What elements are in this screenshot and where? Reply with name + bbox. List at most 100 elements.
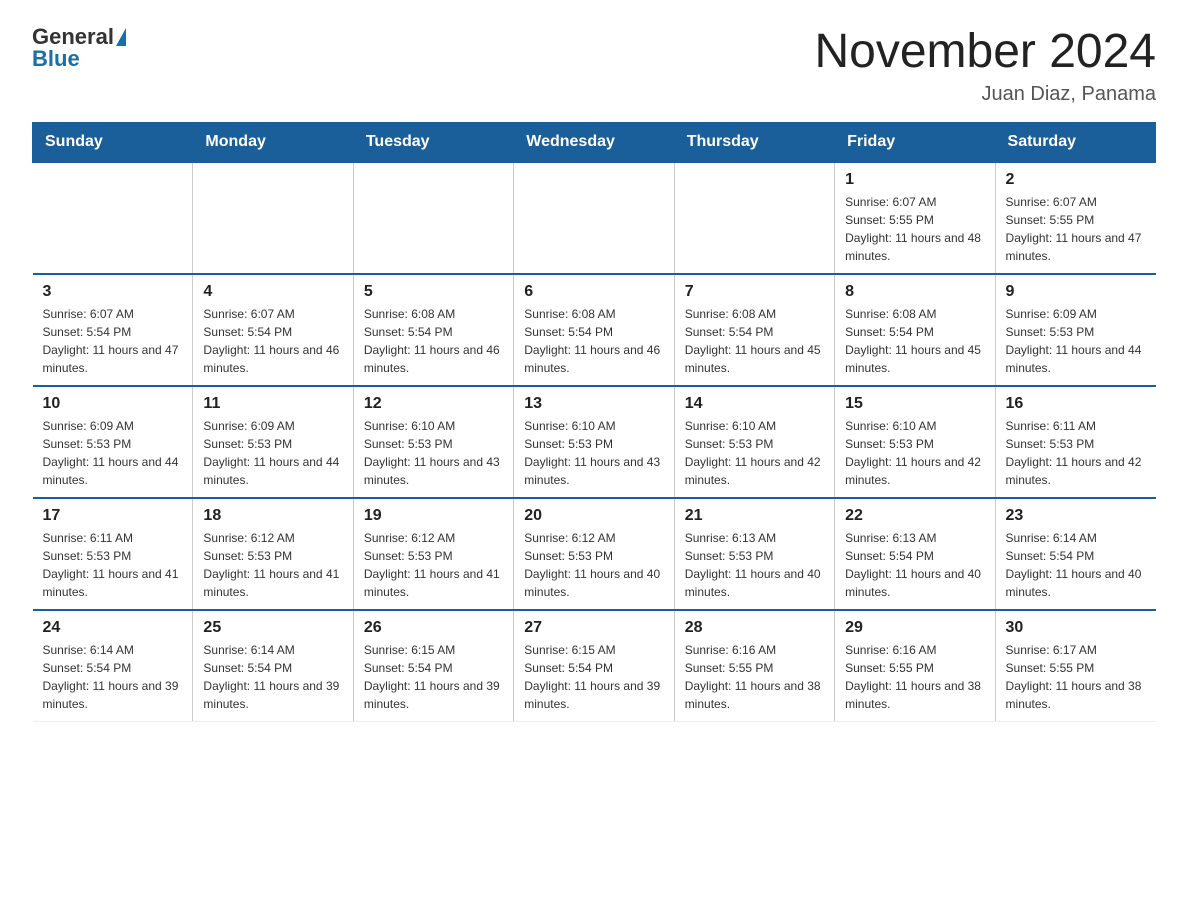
day-number: 5 — [364, 283, 503, 301]
day-number: 17 — [43, 507, 183, 525]
title-area: November 2024 Juan Diaz, Panama — [814, 24, 1156, 106]
calendar-cell: 1 Sunrise: 6:07 AMSunset: 5:55 PMDaylight… — [835, 162, 995, 274]
page-subtitle: Juan Diaz, Panama — [814, 83, 1156, 106]
header-tuesday: Tuesday — [353, 123, 513, 163]
days-of-week-row: Sunday Monday Tuesday Wednesday Thursday… — [33, 123, 1156, 163]
calendar-cell: 11 Sunrise: 6:09 AMSunset: 5:53 PMDayligh… — [193, 386, 353, 498]
header-friday: Friday — [835, 123, 995, 163]
calendar-cell: 10 Sunrise: 6:09 AMSunset: 5:53 PMDayligh… — [33, 386, 193, 498]
header-saturday: Saturday — [995, 123, 1155, 163]
calendar-cell — [674, 162, 834, 274]
day-info: Sunrise: 6:12 AMSunset: 5:53 PMDaylight:… — [524, 529, 663, 601]
day-number: 15 — [845, 395, 984, 413]
day-info: Sunrise: 6:09 AMSunset: 5:53 PMDaylight:… — [203, 417, 342, 489]
day-number: 27 — [524, 619, 663, 637]
day-info: Sunrise: 6:11 AMSunset: 5:53 PMDaylight:… — [1006, 417, 1146, 489]
header-monday: Monday — [193, 123, 353, 163]
header-sunday: Sunday — [33, 123, 193, 163]
day-info: Sunrise: 6:14 AMSunset: 5:54 PMDaylight:… — [1006, 529, 1146, 601]
day-number: 21 — [685, 507, 824, 525]
calendar-cell: 30Sunrise: 6:17 AMSunset: 5:55 PMDayligh… — [995, 610, 1155, 722]
calendar-cell: 12 Sunrise: 6:10 AMSunset: 5:53 PMDayligh… — [353, 386, 513, 498]
calendar-cell: 15 Sunrise: 6:10 AMSunset: 5:53 PMDayligh… — [835, 386, 995, 498]
day-info: Sunrise: 6:14 AMSunset: 5:54 PMDaylight:… — [43, 641, 183, 713]
day-info: Sunrise: 6:07 AMSunset: 5:55 PMDaylight:… — [845, 193, 984, 265]
day-number: 9 — [1006, 283, 1146, 301]
day-info: Sunrise: 6:08 AMSunset: 5:54 PMDaylight:… — [524, 305, 663, 377]
day-number: 6 — [524, 283, 663, 301]
calendar-cell: 28Sunrise: 6:16 AMSunset: 5:55 PMDayligh… — [674, 610, 834, 722]
day-number: 24 — [43, 619, 183, 637]
calendar-cell — [33, 162, 193, 274]
calendar-cell: 24 Sunrise: 6:14 AMSunset: 5:54 PMDayligh… — [33, 610, 193, 722]
day-info: Sunrise: 6:13 AMSunset: 5:53 PMDaylight:… — [685, 529, 824, 601]
calendar-header: Sunday Monday Tuesday Wednesday Thursday… — [33, 123, 1156, 163]
calendar-cell: 26 Sunrise: 6:15 AMSunset: 5:54 PMDayligh… — [353, 610, 513, 722]
day-number: 7 — [685, 283, 824, 301]
calendar-cell: 18 Sunrise: 6:12 AMSunset: 5:53 PMDayligh… — [193, 498, 353, 610]
calendar-cell: 5Sunrise: 6:08 AMSunset: 5:54 PMDaylight… — [353, 274, 513, 386]
calendar-cell: 20 Sunrise: 6:12 AMSunset: 5:53 PMDayligh… — [514, 498, 674, 610]
calendar-week-row: 10 Sunrise: 6:09 AMSunset: 5:53 PMDayligh… — [33, 386, 1156, 498]
day-info: Sunrise: 6:10 AMSunset: 5:53 PMDaylight:… — [685, 417, 824, 489]
calendar-cell — [353, 162, 513, 274]
page-title: November 2024 — [814, 24, 1156, 79]
day-info: Sunrise: 6:07 AMSunset: 5:54 PMDaylight:… — [43, 305, 183, 377]
calendar-cell: 2Sunrise: 6:07 AMSunset: 5:55 PMDaylight… — [995, 162, 1155, 274]
day-number: 25 — [203, 619, 342, 637]
day-number: 30 — [1006, 619, 1146, 637]
day-info: Sunrise: 6:16 AMSunset: 5:55 PMDaylight:… — [845, 641, 984, 713]
calendar-cell: 4Sunrise: 6:07 AMSunset: 5:54 PMDaylight… — [193, 274, 353, 386]
day-number: 8 — [845, 283, 984, 301]
calendar-cell: 25Sunrise: 6:14 AMSunset: 5:54 PMDayligh… — [193, 610, 353, 722]
day-info: Sunrise: 6:11 AMSunset: 5:53 PMDaylight:… — [43, 529, 183, 601]
day-info: Sunrise: 6:12 AMSunset: 5:53 PMDaylight:… — [364, 529, 503, 601]
day-info: Sunrise: 6:13 AMSunset: 5:54 PMDaylight:… — [845, 529, 984, 601]
day-info: Sunrise: 6:10 AMSunset: 5:53 PMDaylight:… — [524, 417, 663, 489]
calendar-cell: 19 Sunrise: 6:12 AMSunset: 5:53 PMDayligh… — [353, 498, 513, 610]
day-info: Sunrise: 6:10 AMSunset: 5:53 PMDaylight:… — [364, 417, 503, 489]
calendar-cell: 22Sunrise: 6:13 AMSunset: 5:54 PMDayligh… — [835, 498, 995, 610]
day-number: 26 — [364, 619, 503, 637]
header-thursday: Thursday — [674, 123, 834, 163]
calendar-week-row: 17 Sunrise: 6:11 AMSunset: 5:53 PMDayligh… — [33, 498, 1156, 610]
day-info: Sunrise: 6:15 AMSunset: 5:54 PMDaylight:… — [524, 641, 663, 713]
calendar-cell: 29 Sunrise: 6:16 AMSunset: 5:55 PMDayligh… — [835, 610, 995, 722]
day-number: 19 — [364, 507, 503, 525]
header-wednesday: Wednesday — [514, 123, 674, 163]
calendar-cell: 13 Sunrise: 6:10 AMSunset: 5:53 PMDayligh… — [514, 386, 674, 498]
day-number: 18 — [203, 507, 342, 525]
day-info: Sunrise: 6:12 AMSunset: 5:53 PMDaylight:… — [203, 529, 342, 601]
day-number: 1 — [845, 171, 984, 189]
calendar-cell: 14 Sunrise: 6:10 AMSunset: 5:53 PMDayligh… — [674, 386, 834, 498]
day-number: 16 — [1006, 395, 1146, 413]
day-number: 14 — [685, 395, 824, 413]
day-info: Sunrise: 6:07 AMSunset: 5:55 PMDaylight:… — [1006, 193, 1146, 265]
day-number: 3 — [43, 283, 183, 301]
calendar-cell: 17 Sunrise: 6:11 AMSunset: 5:53 PMDayligh… — [33, 498, 193, 610]
calendar-cell: 7 Sunrise: 6:08 AMSunset: 5:54 PMDaylight… — [674, 274, 834, 386]
day-number: 29 — [845, 619, 984, 637]
day-number: 10 — [43, 395, 183, 413]
day-info: Sunrise: 6:15 AMSunset: 5:54 PMDaylight:… — [364, 641, 503, 713]
calendar-week-row: 1 Sunrise: 6:07 AMSunset: 5:55 PMDaylight… — [33, 162, 1156, 274]
day-number: 23 — [1006, 507, 1146, 525]
day-info: Sunrise: 6:08 AMSunset: 5:54 PMDaylight:… — [845, 305, 984, 377]
logo: General Blue — [32, 24, 126, 72]
day-number: 13 — [524, 395, 663, 413]
day-info: Sunrise: 6:10 AMSunset: 5:53 PMDaylight:… — [845, 417, 984, 489]
calendar-cell: 9 Sunrise: 6:09 AMSunset: 5:53 PMDaylight… — [995, 274, 1155, 386]
calendar-table: Sunday Monday Tuesday Wednesday Thursday… — [32, 122, 1156, 722]
day-info: Sunrise: 6:16 AMSunset: 5:55 PMDaylight:… — [685, 641, 824, 713]
day-number: 11 — [203, 395, 342, 413]
calendar-cell: 23 Sunrise: 6:14 AMSunset: 5:54 PMDayligh… — [995, 498, 1155, 610]
day-info: Sunrise: 6:09 AMSunset: 5:53 PMDaylight:… — [1006, 305, 1146, 377]
calendar-cell: 21 Sunrise: 6:13 AMSunset: 5:53 PMDayligh… — [674, 498, 834, 610]
day-info: Sunrise: 6:09 AMSunset: 5:53 PMDaylight:… — [43, 417, 183, 489]
day-number: 20 — [524, 507, 663, 525]
day-info: Sunrise: 6:08 AMSunset: 5:54 PMDaylight:… — [685, 305, 824, 377]
day-number: 12 — [364, 395, 503, 413]
day-number: 4 — [203, 283, 342, 301]
calendar-cell — [193, 162, 353, 274]
calendar-cell: 27 Sunrise: 6:15 AMSunset: 5:54 PMDayligh… — [514, 610, 674, 722]
